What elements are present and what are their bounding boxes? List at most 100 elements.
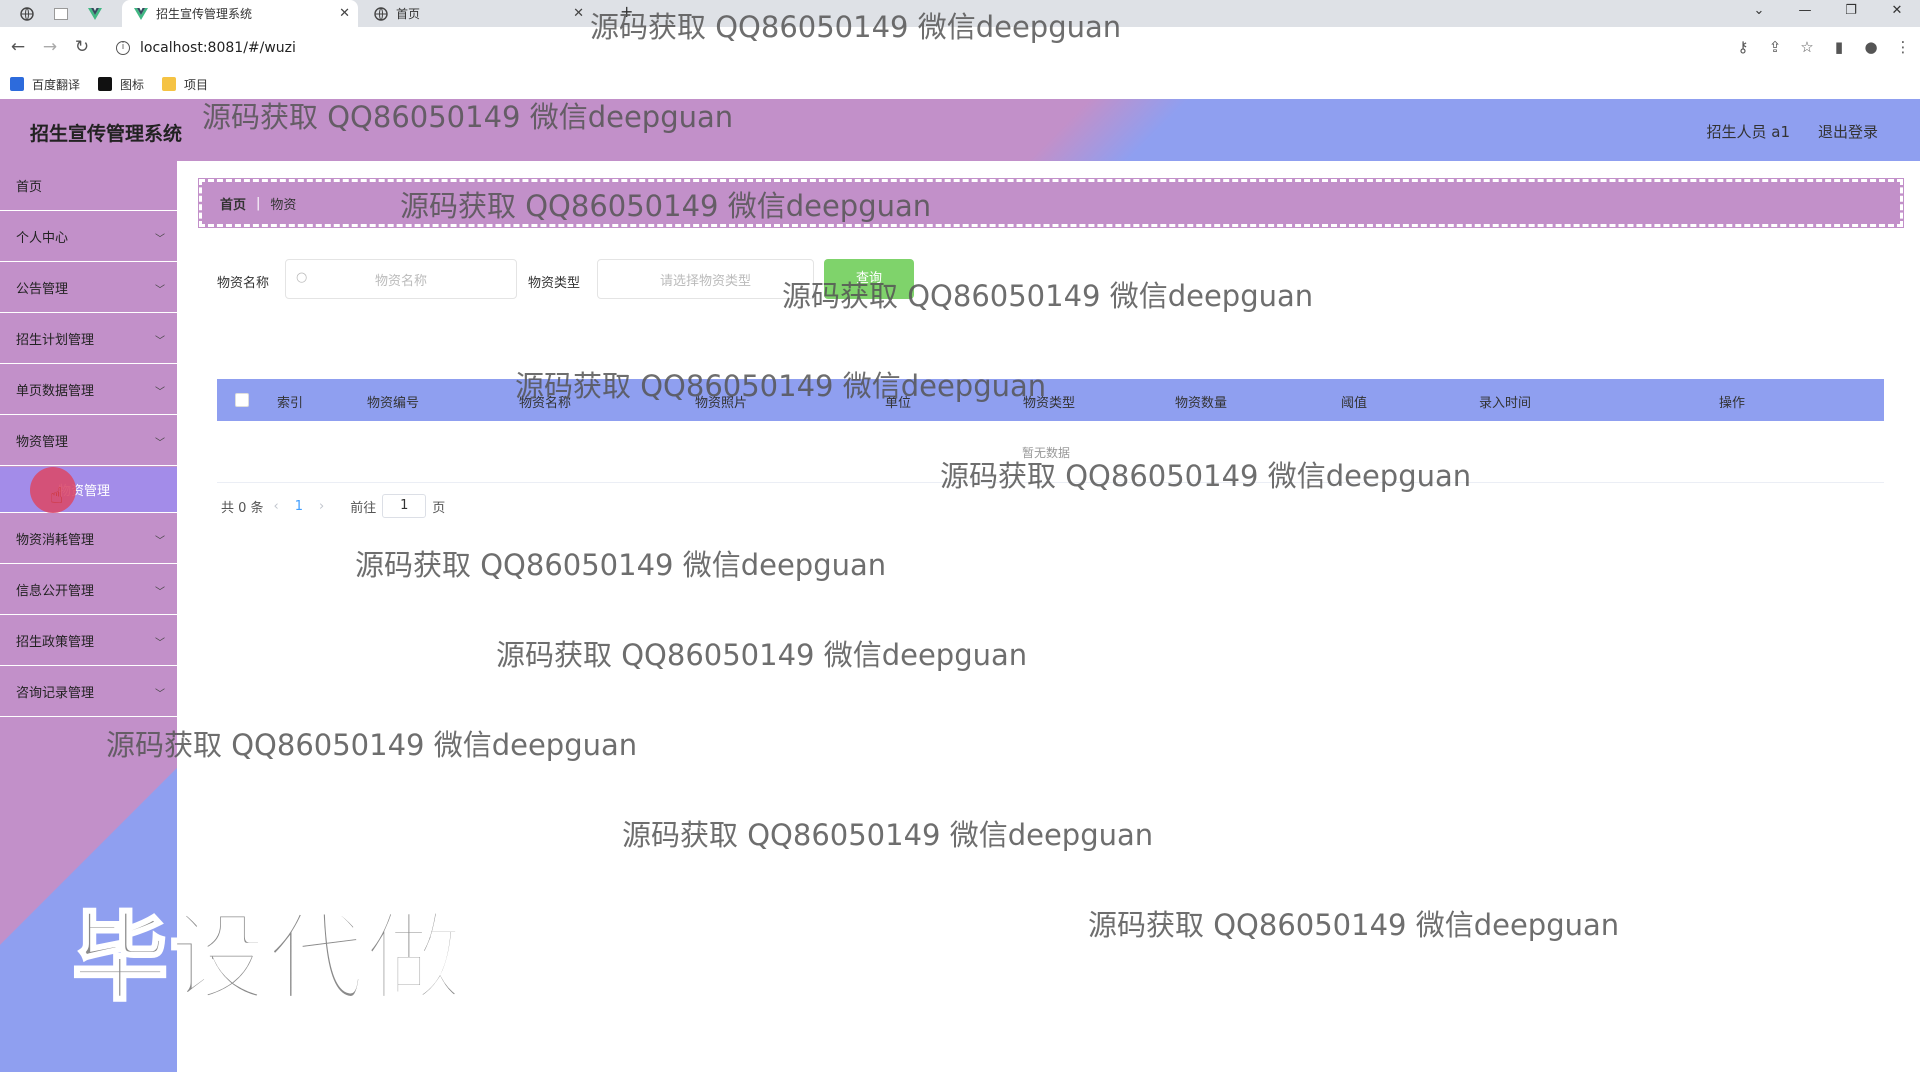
sidebar-item-policy[interactable]: 招生政策管理 ﹀ <box>0 616 177 666</box>
watermark: 源码获取 QQ86050149 微信deepguan <box>400 189 932 223</box>
chevron-down-icon: ﹀ <box>155 536 165 547</box>
watermark: 源码获取 QQ86050149 微信deepguan <box>496 638 1028 672</box>
window-controls: ⌄ — ❐ ✕ <box>1736 0 1920 27</box>
page-icon <box>54 7 68 21</box>
close-icon[interactable]: ✕ <box>339 6 350 21</box>
chevron-down-icon[interactable]: ⌄ <box>1736 0 1782 27</box>
star-icon[interactable]: ☆ <box>1796 36 1818 58</box>
pinned-tab[interactable] <box>76 0 106 27</box>
watermark: 源码获取 QQ86050149 微信deepguan <box>782 279 1314 313</box>
bookmark-label: 项目 <box>184 77 209 92</box>
sidebar-item-profile[interactable]: 个人中心 ﹀ <box>0 212 177 262</box>
table-header: 索引 物资编号 物资名称 物资照片 单位 物资类型 物资数量 阈值 录入时间 操… <box>217 379 1884 421</box>
restore-icon[interactable]: ❐ <box>1828 0 1874 27</box>
tab-admin-system[interactable]: 招生宣传管理系统 ✕ <box>122 0 358 27</box>
bookmark-project[interactable]: 项目 <box>162 76 208 93</box>
select-placeholder: 请选择物资类型 <box>659 273 751 289</box>
bookmark-translate[interactable]: 百度翻译 <box>10 76 80 93</box>
folder-icon <box>162 77 177 91</box>
share-icon[interactable]: ⇪ <box>1764 36 1786 58</box>
reload-icon[interactable]: ↻ <box>70 36 94 60</box>
next-page-icon[interactable]: › <box>319 499 324 514</box>
chevron-down-icon: ﹀ <box>155 689 165 700</box>
vue-icon <box>88 7 102 21</box>
forward-icon[interactable]: → <box>38 36 62 60</box>
tab-home[interactable]: 首页 ✕ <box>362 0 592 27</box>
globe-icon <box>374 6 388 21</box>
goto-suffix: 页 <box>432 500 446 516</box>
name-label: 物资名称 <box>217 276 270 291</box>
pagination: 共 0 条 ‹ 1 › 前往 1 页 <box>221 494 446 518</box>
sidebar-item-label: 招生计划管理 <box>16 333 95 348</box>
close-icon[interactable]: ✕ <box>573 6 584 21</box>
column-header: 阈值 <box>1341 396 1368 411</box>
goto-label: 前往 <box>350 500 377 516</box>
sidebar-item-consumption[interactable]: 物资消耗管理 ﹀ <box>0 514 177 564</box>
breadcrumb-separator: | <box>256 195 261 211</box>
back-icon[interactable]: ← <box>6 36 30 60</box>
goto-page-input[interactable]: 1 <box>382 494 427 518</box>
watermark: 源码获取 QQ86050149 微信deepguan <box>355 548 887 582</box>
total-count: 共 0 条 <box>221 500 264 516</box>
chevron-up-icon: ﹀ <box>155 438 165 449</box>
bookmark-label: 百度翻译 <box>32 77 81 92</box>
sidebar-item-label: 首页 <box>16 180 43 195</box>
logout-link[interactable]: 退出登录 <box>1818 121 1878 142</box>
search-icon: ○ <box>296 270 308 285</box>
prev-page-icon[interactable]: ‹ <box>274 499 279 514</box>
sidebar-item-notice[interactable]: 公告管理 ﹀ <box>0 263 177 313</box>
sidebar-item-label: 信息公开管理 <box>16 584 95 599</box>
pinned-tab[interactable] <box>42 0 72 27</box>
browser-toolbar: ⚷ ⇪ ☆ ▮ ● ⋮ <box>1732 36 1914 58</box>
sidebar-item-label: 单页数据管理 <box>16 384 95 399</box>
watermark: 源码获取 QQ86050149 微信deepguan <box>940 459 1472 493</box>
current-user: 招生人员 a1 <box>1706 123 1790 141</box>
info-icon[interactable]: i <box>116 40 130 55</box>
sidebar-item-materials[interactable]: 物资管理 ﹀ <box>0 416 177 466</box>
watermark: 源码获取 QQ86050149 微信deepguan <box>106 728 638 762</box>
sidebar-item-disclosure[interactable]: 信息公开管理 ﹀ <box>0 565 177 615</box>
bookmark-icons[interactable]: 图标 <box>98 76 144 93</box>
chevron-down-icon: ﹀ <box>155 638 165 649</box>
sidebar-item-home[interactable]: 首页 <box>0 161 177 211</box>
sidebar-item-singlepage[interactable]: 单页数据管理 ﹀ <box>0 365 177 415</box>
sidebar-subitem-materials[interactable]: 物资管理 <box>0 467 177 513</box>
column-header: 索引 <box>277 396 304 411</box>
chevron-down-icon: ﹀ <box>155 336 165 347</box>
minimize-icon[interactable]: — <box>1782 0 1828 27</box>
sidebar-item-consult[interactable]: 咨询记录管理 ﹀ <box>0 667 177 717</box>
sidepanel-icon[interactable]: ▮ <box>1828 36 1850 58</box>
column-header: 物资编号 <box>367 396 420 411</box>
profile-icon[interactable]: ● <box>1860 36 1882 58</box>
chevron-down-icon: ﹀ <box>155 387 165 398</box>
menu-icon[interactable]: ⋮ <box>1892 36 1914 58</box>
watermark: 源码获取 QQ86050149 微信deepguan <box>622 818 1154 852</box>
key-icon[interactable]: ⚷ <box>1732 36 1754 58</box>
vue-icon <box>134 7 148 21</box>
breadcrumb-current: 物资 <box>270 197 297 213</box>
column-header: 操作 <box>1719 396 1746 411</box>
type-label: 物资类型 <box>528 276 581 291</box>
column-header: 录入时间 <box>1479 396 1532 411</box>
chevron-down-icon: ﹀ <box>155 587 165 598</box>
watermark: 源码获取 QQ86050149 微信deepguan <box>590 10 1122 44</box>
globe-icon <box>20 6 34 21</box>
bookmark-label: 图标 <box>120 77 145 92</box>
big-watermark: 毕设代做 <box>71 901 464 1016</box>
column-header: 物资数量 <box>1175 396 1228 411</box>
url-text: localhost:8081/#/wuzi <box>140 39 296 56</box>
sidebar-item-plan[interactable]: 招生计划管理 ﹀ <box>0 314 177 364</box>
sidebar-item-label: 个人中心 <box>16 231 69 246</box>
sidebar-item-label: 咨询记录管理 <box>16 686 95 701</box>
hand-cursor-icon: ☝ <box>50 484 64 509</box>
pinned-tab[interactable] <box>8 0 38 27</box>
material-name-input[interactable]: ○ 物资名称 <box>285 259 517 299</box>
select-all-checkbox[interactable] <box>235 393 249 407</box>
sidebar-item-label: 物资管理 <box>16 435 69 450</box>
tab-label: 首页 <box>396 7 421 21</box>
close-window-icon[interactable]: ✕ <box>1874 0 1920 27</box>
breadcrumb-home[interactable]: 首页 <box>220 194 246 213</box>
sidebar-item-label: 招生政策管理 <box>16 635 95 650</box>
page-number[interactable]: 1 <box>295 499 303 514</box>
tab-label: 招生宣传管理系统 <box>156 7 253 21</box>
